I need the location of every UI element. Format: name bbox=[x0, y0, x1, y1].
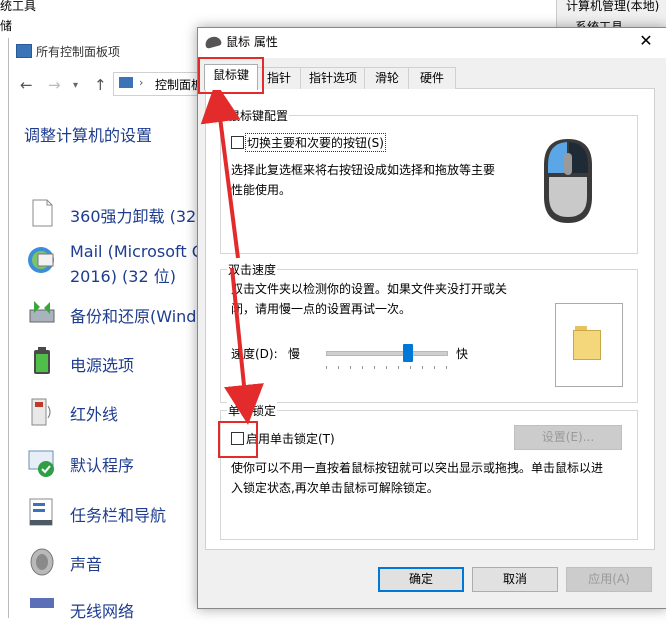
annotation-arrow-up bbox=[200, 82, 241, 259]
annotation-arrows bbox=[200, 82, 264, 425]
annotation-arrow-down bbox=[224, 267, 264, 425]
tab-mouse-buttons[interactable]: 鼠标键 bbox=[204, 64, 258, 90]
